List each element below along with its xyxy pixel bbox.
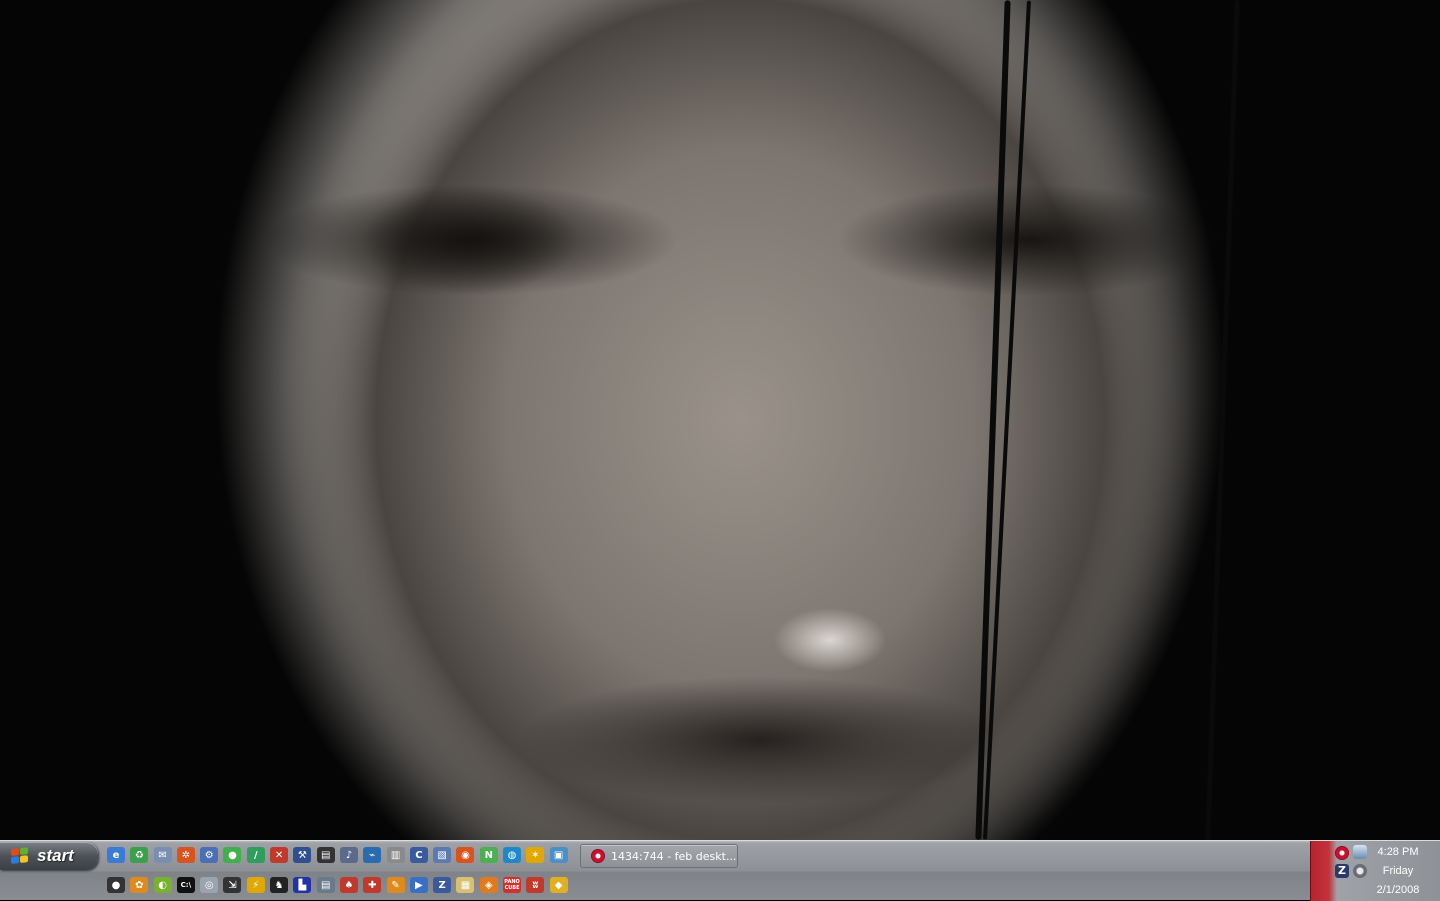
bird-icon[interactable]: ♞ (270, 877, 289, 893)
c-app-icon[interactable]: C (409, 847, 428, 863)
box-icon[interactable]: ◈ (479, 877, 498, 893)
clock-day: Friday (1382, 864, 1414, 877)
panocube-icon[interactable]: PANO CUBE (503, 877, 522, 893)
network-icon[interactable]: ✲ (176, 847, 195, 863)
winamp-icon[interactable]: ⚡ (246, 877, 265, 893)
bug-icon[interactable]: ● (107, 877, 125, 893)
player-icon[interactable]: ▶ (409, 877, 428, 893)
bittorrent-icon[interactable] (1335, 846, 1349, 860)
orb-icon[interactable]: ◐ (153, 877, 172, 893)
game-icon[interactable]: ▙ (293, 877, 312, 893)
film-icon[interactable]: ▤ (316, 847, 335, 863)
desktop-wallpaper (0, 0, 1440, 840)
pizza-icon[interactable]: ◆ (549, 877, 568, 893)
printer-icon[interactable]: ▥ (386, 847, 405, 863)
chart-icon[interactable]: ⌁ (363, 847, 382, 863)
globe-icon[interactable]: ◍ (503, 847, 522, 863)
windows-logo-icon (11, 847, 29, 865)
start-label: start (37, 846, 74, 865)
taskbar-window-label: 1434:744 - feb deskt... (611, 849, 737, 863)
music-icon[interactable]: ♪ (339, 847, 358, 863)
pen-icon[interactable]: / (246, 847, 265, 863)
recycle-icon[interactable]: ♻ (130, 847, 149, 863)
cmd-icon[interactable]: C:\ (176, 877, 195, 893)
quick-launch-row-2: ● ✿ ◐ C:\ ◎ ⇲ ⚡ ♞ ▙ ▤ ♠ ✚ ✎ ▶ Z ▦ ◈ PANO CUBE ʬ ◆ (107, 877, 573, 893)
ie-icon[interactable]: e (107, 847, 125, 863)
gift-icon[interactable]: ✚ (363, 877, 382, 893)
taskbar: start e ♻ ✉ ✲ ⚙ ● / ✕ ⚒ ▤ ♪ ⌁ ▥ C ▧ ◉ N ◍ ✶ ▣ ● ✿ ◐ C:\ ◎ ⇲ ⚡ ♞ ▙ ▤ ♠… (0, 840, 1440, 901)
taskbar-clock[interactable]: 4:28 PM Friday 2/1/2008 (1370, 841, 1426, 901)
quick-launch-row-1: e ♻ ✉ ✲ ⚙ ● / ✕ ⚒ ▤ ♪ ⌁ ▥ C ▧ ◉ N ◍ ✶ ▣ (107, 847, 573, 863)
disc-icon[interactable]: ◎ (200, 877, 219, 893)
document-icon[interactable]: ▧ (433, 847, 452, 863)
scissors-icon[interactable]: ✕ (270, 847, 289, 863)
clock-time: 4:28 PM (1377, 845, 1419, 858)
paint-icon[interactable]: ✿ (130, 877, 149, 893)
n-app-icon[interactable]: N (479, 847, 498, 863)
zonealarm-icon[interactable]: Z (1335, 864, 1349, 878)
start-button[interactable]: start (0, 842, 98, 870)
notepad-icon[interactable]: ▦ (456, 877, 475, 893)
bat-icon[interactable]: ʬ (526, 877, 545, 893)
taskbar-window-button[interactable]: 1434:744 - feb deskt... (580, 844, 738, 868)
firefox-icon[interactable]: ◉ (456, 847, 475, 863)
chat-icon[interactable]: ● (223, 847, 242, 863)
gear-icon[interactable]: ⚙ (200, 847, 219, 863)
z-app-icon[interactable]: Z (433, 877, 452, 893)
poker-icon[interactable]: ♠ (339, 877, 358, 893)
network-icon[interactable] (1353, 845, 1367, 859)
pencil-icon[interactable]: ✎ (386, 877, 405, 893)
mail-icon[interactable]: ✉ (153, 847, 172, 863)
bittorrent-icon (591, 849, 605, 863)
antivirus-icon[interactable] (1353, 864, 1367, 878)
clock-date: 2/1/2008 (1376, 883, 1420, 896)
tool-icon[interactable]: ⚒ (293, 847, 312, 863)
wallpaper-hair-strand (1205, 0, 1240, 840)
monitor-icon[interactable]: ▣ (549, 847, 568, 863)
arrow-icon[interactable]: ⇲ (223, 877, 242, 893)
files-icon[interactable]: ▤ (316, 877, 335, 893)
star-icon[interactable]: ✶ (526, 847, 545, 863)
